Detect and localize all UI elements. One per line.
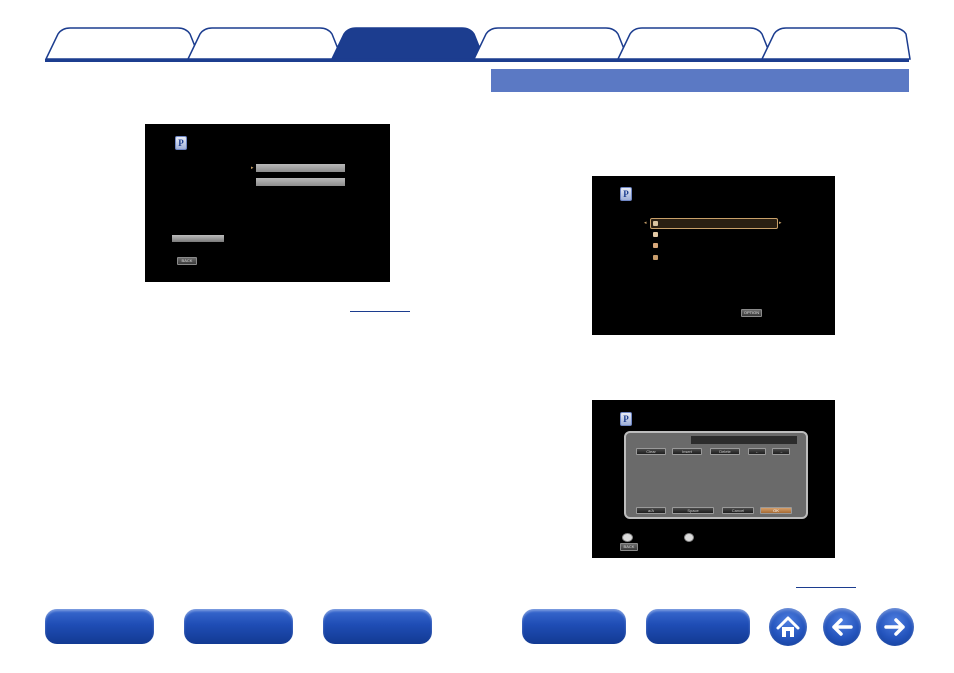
history-icon[interactable] (653, 255, 658, 260)
left-arrow-icon: ◂ (644, 220, 647, 226)
clear-key[interactable]: Clear (636, 448, 666, 455)
home-button[interactable] (769, 608, 807, 646)
option-button[interactable]: OPTION (741, 309, 762, 317)
screen-station-list: P ◂ ▸ OPTION (592, 176, 835, 335)
cursor-keys-icon (622, 533, 633, 542)
list-item-selected[interactable] (650, 218, 778, 229)
login-button[interactable] (172, 235, 224, 242)
keyboard-panel: Clear Insert Delete ← → a/A Space Cancel… (624, 431, 808, 519)
back-button-nav[interactable] (823, 608, 861, 646)
link-underline[interactable] (350, 311, 410, 312)
email-field[interactable] (256, 164, 345, 172)
pandora-logo-icon: P (175, 136, 187, 150)
forward-arrow-icon (884, 618, 905, 636)
tab-5 (616, 27, 774, 60)
nav-button-2[interactable] (184, 609, 293, 644)
pandora-logo-icon: P (620, 187, 632, 201)
right-arrow-icon: ▸ (779, 220, 782, 226)
nav-button-5[interactable] (646, 609, 750, 644)
tab-baseline (45, 59, 909, 62)
back-button[interactable]: BACK (620, 543, 638, 551)
screen-login: P ▸ BACK (145, 124, 390, 282)
tab-2 (186, 27, 344, 60)
station-icon[interactable] (653, 232, 658, 237)
space-key[interactable]: Space (672, 507, 714, 514)
section-header-bar (491, 69, 909, 92)
text-input[interactable] (691, 436, 797, 444)
nav-button-3[interactable] (323, 609, 432, 644)
nav-button-1[interactable] (45, 609, 154, 644)
nav-button-4[interactable] (522, 609, 626, 644)
tab-4 (472, 27, 630, 60)
cancel-key[interactable]: Cancel (722, 507, 754, 514)
tab-3-active (330, 27, 486, 60)
pandora-logo-icon: P (620, 412, 632, 426)
home-icon (776, 616, 800, 637)
enter-icon (684, 533, 694, 542)
selection-arrow-icon: ▸ (251, 165, 254, 171)
link-underline[interactable] (796, 587, 856, 588)
insert-key[interactable]: Insert (672, 448, 702, 455)
screen-keyboard: P Clear Insert Delete ← → a/A Space Canc… (592, 400, 835, 558)
back-arrow-icon (832, 618, 853, 636)
folder-icon (653, 221, 658, 226)
tab-shapes (44, 27, 911, 60)
tab-1 (44, 27, 202, 60)
delete-key[interactable]: Delete (710, 448, 740, 455)
case-toggle-key[interactable]: a/A (636, 507, 666, 514)
back-button[interactable]: BACK (177, 257, 197, 265)
top-tab-bar (0, 0, 954, 64)
forward-button-nav[interactable] (876, 608, 914, 646)
cursor-left-key[interactable]: ← (748, 448, 766, 455)
password-field[interactable] (256, 178, 345, 186)
ok-key[interactable]: OK (760, 507, 792, 514)
cursor-right-key[interactable]: → (772, 448, 790, 455)
tab-6 (760, 27, 911, 60)
search-icon[interactable] (653, 243, 658, 248)
